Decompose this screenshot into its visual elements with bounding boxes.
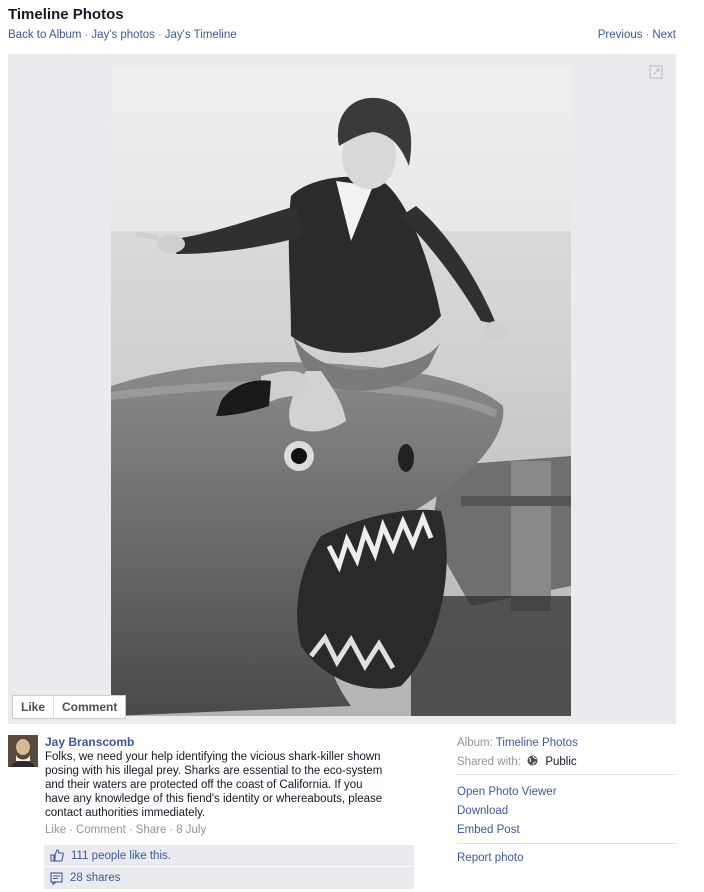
post-author[interactable]: Jay Branscomb <box>45 735 134 749</box>
album-link[interactable]: Timeline Photos <box>496 737 578 749</box>
photo-image <box>111 66 571 716</box>
share-link[interactable]: Share <box>136 824 167 836</box>
avatar-image <box>8 735 38 767</box>
photo-stage <box>8 54 676 724</box>
divider <box>457 774 675 775</box>
post-actions: Like · Comment · Share · 8 July <box>45 824 206 836</box>
open-photo-viewer-link[interactable]: Open Photo Viewer <box>457 786 675 805</box>
privacy-value[interactable]: Public <box>545 756 576 768</box>
photo-pager: Previous · Next <box>598 29 676 41</box>
album-label: Album: <box>457 737 493 749</box>
previous-link[interactable]: Previous <box>598 29 643 41</box>
like-link[interactable]: Like <box>45 824 66 836</box>
next-link[interactable]: Next <box>652 29 676 41</box>
shares-count-text[interactable]: 28 shares <box>70 872 121 884</box>
thumbs-up-icon <box>50 849 64 862</box>
post-text: Folks, we need your help identifying the… <box>45 751 383 819</box>
separator: · <box>645 29 650 41</box>
globe-icon <box>527 755 538 766</box>
jays-timeline-link[interactable]: Jay's Timeline <box>165 29 237 41</box>
likes-count-text[interactable]: 111 people like this. <box>71 850 171 862</box>
expand-icon[interactable] <box>648 64 664 80</box>
separator: · <box>69 824 73 836</box>
separator: · <box>84 29 89 41</box>
back-to-album-link[interactable]: Back to Album <box>8 29 82 41</box>
separator: · <box>128 824 133 836</box>
breadcrumb: Back to Album · Jay's photos · Jay's Timelin… <box>8 29 237 41</box>
separator: · <box>157 29 162 41</box>
photo-comment-button[interactable]: Comment <box>53 696 125 718</box>
embed-post-link[interactable]: Embed Post <box>457 824 675 843</box>
report-photo-link[interactable]: Report photo <box>457 852 675 871</box>
avatar[interactable] <box>8 735 38 767</box>
jays-photos-link[interactable]: Jay's photos <box>91 29 155 41</box>
page-title: Timeline Photos <box>8 6 124 23</box>
separator: · <box>169 824 174 836</box>
shared-with-label: Shared with: <box>457 756 521 768</box>
shares-summary[interactable]: 28 shares <box>44 867 414 889</box>
post-date[interactable]: 8 July <box>176 824 206 836</box>
share-icon <box>50 871 63 885</box>
download-link[interactable]: Download <box>457 805 675 824</box>
photo-action-box: Like Comment <box>12 695 127 719</box>
likes-summary[interactable]: 111 people like this. <box>44 845 414 867</box>
privacy-row: Shared with: Public <box>457 755 675 774</box>
divider <box>457 843 675 844</box>
photo[interactable] <box>111 66 571 716</box>
photo-sidebar: Album: Timeline Photos Shared with: Publ… <box>457 736 675 871</box>
photo-like-button[interactable]: Like <box>13 696 53 718</box>
album-row: Album: Timeline Photos <box>457 736 675 755</box>
comment-link[interactable]: Comment <box>76 824 126 836</box>
